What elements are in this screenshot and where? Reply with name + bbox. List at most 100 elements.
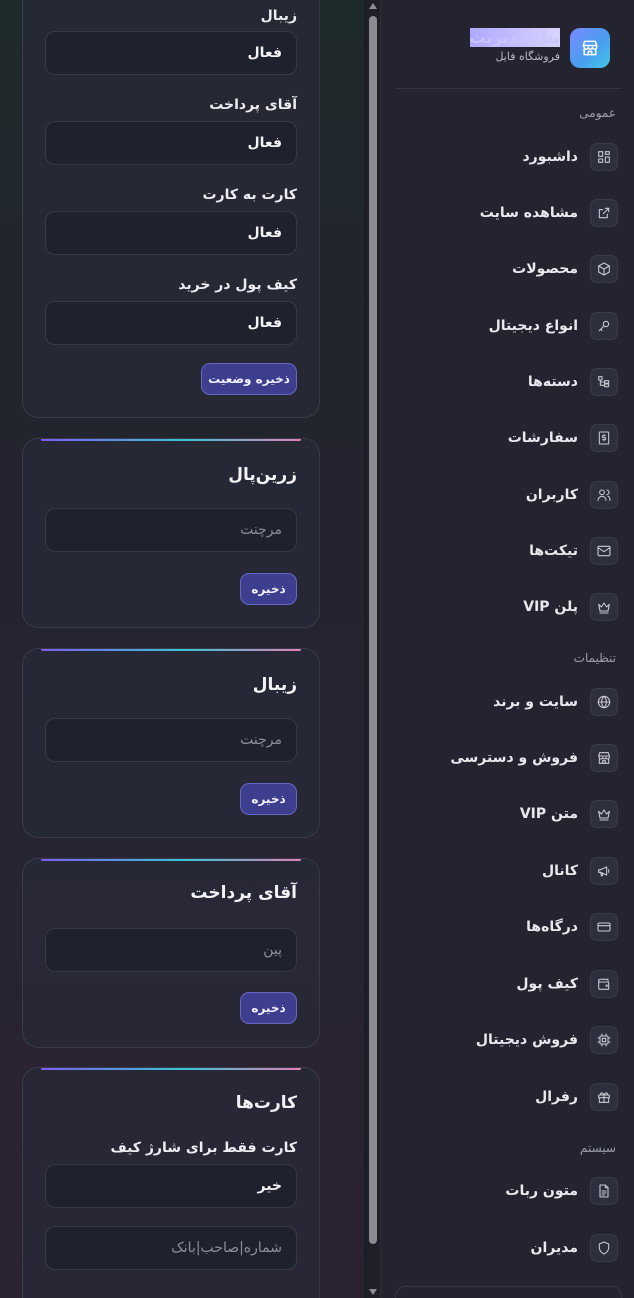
aqay-pardakht-save-button[interactable]: ذخیره: [240, 992, 297, 1024]
brand-title: پنل مدیریت: [469, 28, 560, 47]
sidebar-item-label: متون ربات: [505, 1183, 578, 1199]
field-label-card-to-card: کارت به کارت: [202, 187, 297, 203]
sidebar-item-channel[interactable]: کانال: [394, 851, 618, 891]
sidebar-item-label: کانال: [541, 863, 578, 879]
scroll-up-arrow[interactable]: [369, 3, 377, 9]
field-label-wallet-purchase: کیف پول در خرید: [178, 277, 297, 293]
zibal-merchant-input[interactable]: مرچنت: [45, 718, 297, 762]
card-title: آقای پرداخت: [190, 883, 297, 903]
dashboard-icon: [590, 143, 618, 171]
key-icon: [590, 312, 618, 340]
invoice-icon: [590, 424, 618, 452]
sidebar-item-digital-sales[interactable]: فروش دیجیتال: [394, 1020, 618, 1060]
zibal-card: زیبال مرچنت ذخیره: [22, 648, 320, 838]
card-info-input[interactable]: شماره|صاحب|بانک: [45, 1226, 297, 1270]
sidebar-item-label: درگاه‌ها: [526, 919, 578, 935]
credit-card-icon: [590, 913, 618, 941]
sidebar-item-label: مدیران: [530, 1240, 578, 1256]
card-accent-line: [41, 439, 301, 441]
brand[interactable]: پنل مدیریت فروشگاه فایل: [400, 28, 610, 68]
field-label-card-wallet-only: کارت فقط برای شارژ کیف: [110, 1140, 297, 1156]
sidebar-item-gateways[interactable]: درگاه‌ها: [394, 907, 618, 947]
sidebar-item-digital-types[interactable]: انواع دیجیتال: [394, 306, 618, 346]
external-link-icon: [590, 199, 618, 227]
shield-icon: [590, 1234, 618, 1262]
sidebar-item-vip-plan[interactable]: پلن VIP: [394, 587, 618, 627]
sidebar-item-label: مشاهده سایت: [479, 205, 578, 221]
zarinpal-save-button[interactable]: ذخیره: [240, 573, 297, 605]
gateway-status-card: زیبال فعال آقای پرداخت فعال کارت به کارت…: [22, 0, 320, 418]
sidebar-item-orders[interactable]: سفارشات: [394, 418, 618, 458]
wallet-purchase-status-select[interactable]: فعال: [45, 301, 297, 345]
card-accent-line: [41, 649, 301, 651]
scroll-thumb[interactable]: [369, 16, 377, 1244]
scroll-down-arrow[interactable]: [369, 1289, 377, 1295]
document-icon: [590, 1177, 618, 1205]
megaphone-icon: [590, 857, 618, 885]
save-status-button[interactable]: ذخیره وضعیت: [201, 363, 297, 395]
main-content: زیبال فعال آقای پرداخت فعال کارت به کارت…: [0, 0, 364, 1298]
sidebar-item-bot-texts[interactable]: متون ربات: [394, 1171, 618, 1211]
wallet-icon: [590, 970, 618, 998]
sidebar-item-label: سفارشات: [507, 430, 578, 446]
sidebar-item-categories[interactable]: دسته‌ها: [394, 362, 618, 402]
brand-subtitle: فروشگاه فایل: [495, 50, 560, 63]
sidebar-item-label: کیف پول: [516, 976, 578, 992]
main-scrollbar[interactable]: [366, 0, 380, 1298]
sidebar-item-label: سایت و برند: [493, 694, 578, 710]
sidebar-item-products[interactable]: محصولات: [394, 249, 618, 289]
sidebar-item-label: متن VIP: [519, 806, 578, 822]
zibal-save-button[interactable]: ذخیره: [240, 783, 297, 815]
aqay-pardakht-status-select[interactable]: فعال: [45, 121, 297, 165]
sidebar-item-label: کاربران: [525, 487, 578, 503]
crown-icon: [590, 593, 618, 621]
bank-cards-card: کارت‌ها کارت فقط برای شارژ کیف خیر شماره…: [22, 1067, 320, 1298]
card-accent-line: [41, 859, 301, 861]
zarinpal-merchant-input[interactable]: مرچنت: [45, 508, 297, 552]
sidebar-item-label: فروش و دسترسی: [450, 750, 578, 766]
sidebar: پنل مدیریت فروشگاه فایل عمومی داشبورد مش…: [380, 0, 634, 1298]
crown-icon: [590, 800, 618, 828]
sidebar-item-dashboard[interactable]: داشبورد: [394, 137, 618, 177]
section-label-general: عمومی: [579, 106, 616, 120]
sidebar-item-label: دسته‌ها: [527, 374, 578, 390]
store-logo-icon: [570, 28, 610, 68]
zarinpal-card: زرین‌پال مرچنت ذخیره: [22, 438, 320, 628]
divider: [395, 88, 622, 89]
users-icon: [590, 481, 618, 509]
store-icon: [590, 744, 618, 772]
sidebar-item-vip-text[interactable]: متن VIP: [394, 794, 618, 834]
sidebar-item-wallet[interactable]: کیف پول: [394, 964, 618, 1004]
sidebar-item-label: رفرال: [535, 1089, 578, 1105]
card-accent-line: [41, 1068, 301, 1070]
card-title: کارت‌ها: [235, 1093, 297, 1113]
sidebar-item-referral[interactable]: رفرال: [394, 1077, 618, 1117]
field-label-zibal: زیبال: [260, 8, 297, 24]
box-icon: [590, 255, 618, 283]
section-label-system: سیستم: [580, 1141, 616, 1155]
sidebar-item-label: فروش دیجیتال: [475, 1032, 578, 1048]
aqay-pardakht-card: آقای پرداخت پین ذخیره: [22, 858, 320, 1048]
sidebar-item-tickets[interactable]: تیکت‌ها: [394, 531, 618, 571]
category-tree-icon: [590, 368, 618, 396]
zibal-status-select[interactable]: فعال: [45, 31, 297, 75]
card-wallet-only-select[interactable]: خیر: [45, 1164, 297, 1208]
sidebar-item-label: تیکت‌ها: [529, 543, 578, 559]
sidebar-item-label: داشبورد: [522, 149, 579, 165]
sidebar-item-users[interactable]: کاربران: [394, 475, 618, 515]
field-label-aqay-pardakht: آقای پرداخت: [209, 97, 297, 113]
card-to-card-status-select[interactable]: فعال: [45, 211, 297, 255]
sidebar-item-view-site[interactable]: مشاهده سایت: [394, 193, 618, 233]
section-label-settings: تنظیمات: [573, 651, 616, 665]
sidebar-item-label: انواع دیجیتال: [488, 318, 578, 334]
sidebar-item-admins[interactable]: مدیران: [394, 1228, 618, 1268]
sidebar-item-label: محصولات: [512, 261, 578, 277]
gift-icon: [590, 1083, 618, 1111]
globe-icon: [590, 688, 618, 716]
chip-icon: [590, 1026, 618, 1054]
card-title: زیبال: [252, 675, 297, 695]
aqay-pardakht-pin-input[interactable]: پین: [45, 928, 297, 972]
sidebar-item-sales-access[interactable]: فروش و دسترسی: [394, 738, 618, 778]
sidebar-item-site-brand[interactable]: سایت و برند: [394, 682, 618, 722]
sidebar-item-label: پلن VIP: [523, 599, 578, 615]
